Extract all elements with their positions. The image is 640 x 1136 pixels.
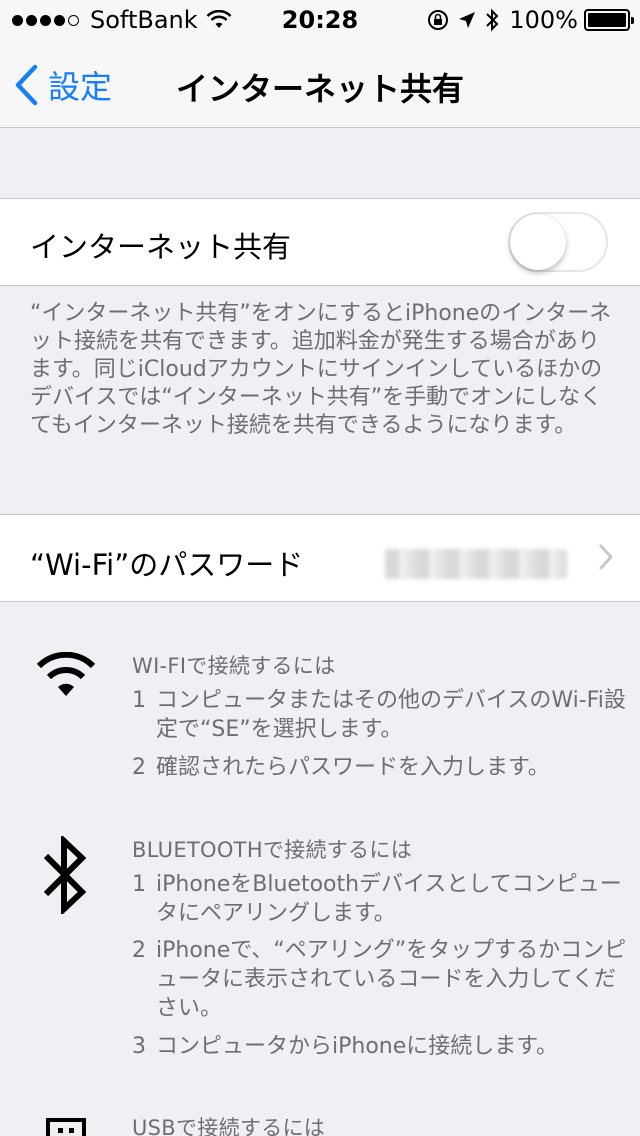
bluetooth-step: 1 iPhoneをBluetoothデバイスとしてコンピュータにペアリングします… xyxy=(132,872,622,926)
battery-percentage: 100% xyxy=(509,6,578,34)
status-bar: SoftBank 20:28 100% xyxy=(0,0,640,40)
status-right: 100% xyxy=(419,6,634,34)
bluetooth-status-icon xyxy=(486,8,499,32)
bluetooth-icon xyxy=(43,836,87,914)
toggle-knob xyxy=(510,214,566,270)
usb-instructions-title: USBで接続するには xyxy=(132,1116,326,1136)
wifi-icon xyxy=(36,652,96,696)
navigation-bar: 設定 インターネット共有 xyxy=(0,40,640,128)
wifi-password-cell[interactable]: “Wi-Fi”のパスワード xyxy=(0,514,640,602)
bluetooth-step: 3 コンピュータからiPhoneに接続します。 xyxy=(132,1034,559,1059)
hotspot-toggle[interactable] xyxy=(508,212,608,272)
orientation-lock-icon xyxy=(428,10,449,30)
location-icon xyxy=(459,12,476,28)
bluetooth-step: 2 iPhoneで、“ペアリング”をタップするかコンピュータに表示されているコー… xyxy=(132,938,627,1021)
hotspot-label: インターネット共有 xyxy=(30,230,292,264)
hotspot-description: “インターネット共有”をオンにするとiPhoneのインターネット接続を共有できま… xyxy=(30,301,612,438)
battery-fill xyxy=(588,13,626,27)
wifi-password-value-obscured xyxy=(385,549,567,579)
wifi-instructions-title: WI-FIで接続するには xyxy=(132,654,336,678)
battery-icon xyxy=(584,9,634,31)
bluetooth-instructions-title: BLUETOOTHで接続するには xyxy=(132,838,413,862)
usb-icon xyxy=(46,1118,86,1136)
chevron-right-icon xyxy=(599,544,613,570)
page-title: インターネット共有 xyxy=(175,70,464,108)
hotspot-cell: インターネット共有 xyxy=(0,198,640,286)
wifi-step: 2 確認されたらパスワードを入力します。 xyxy=(132,755,550,780)
wifi-password-label: “Wi-Fi”のパスワード xyxy=(30,548,304,582)
wifi-step: 1 コンピュータまたはその他のデバイスのWi-Fi設定で“SE”を選択します。 xyxy=(132,688,626,742)
